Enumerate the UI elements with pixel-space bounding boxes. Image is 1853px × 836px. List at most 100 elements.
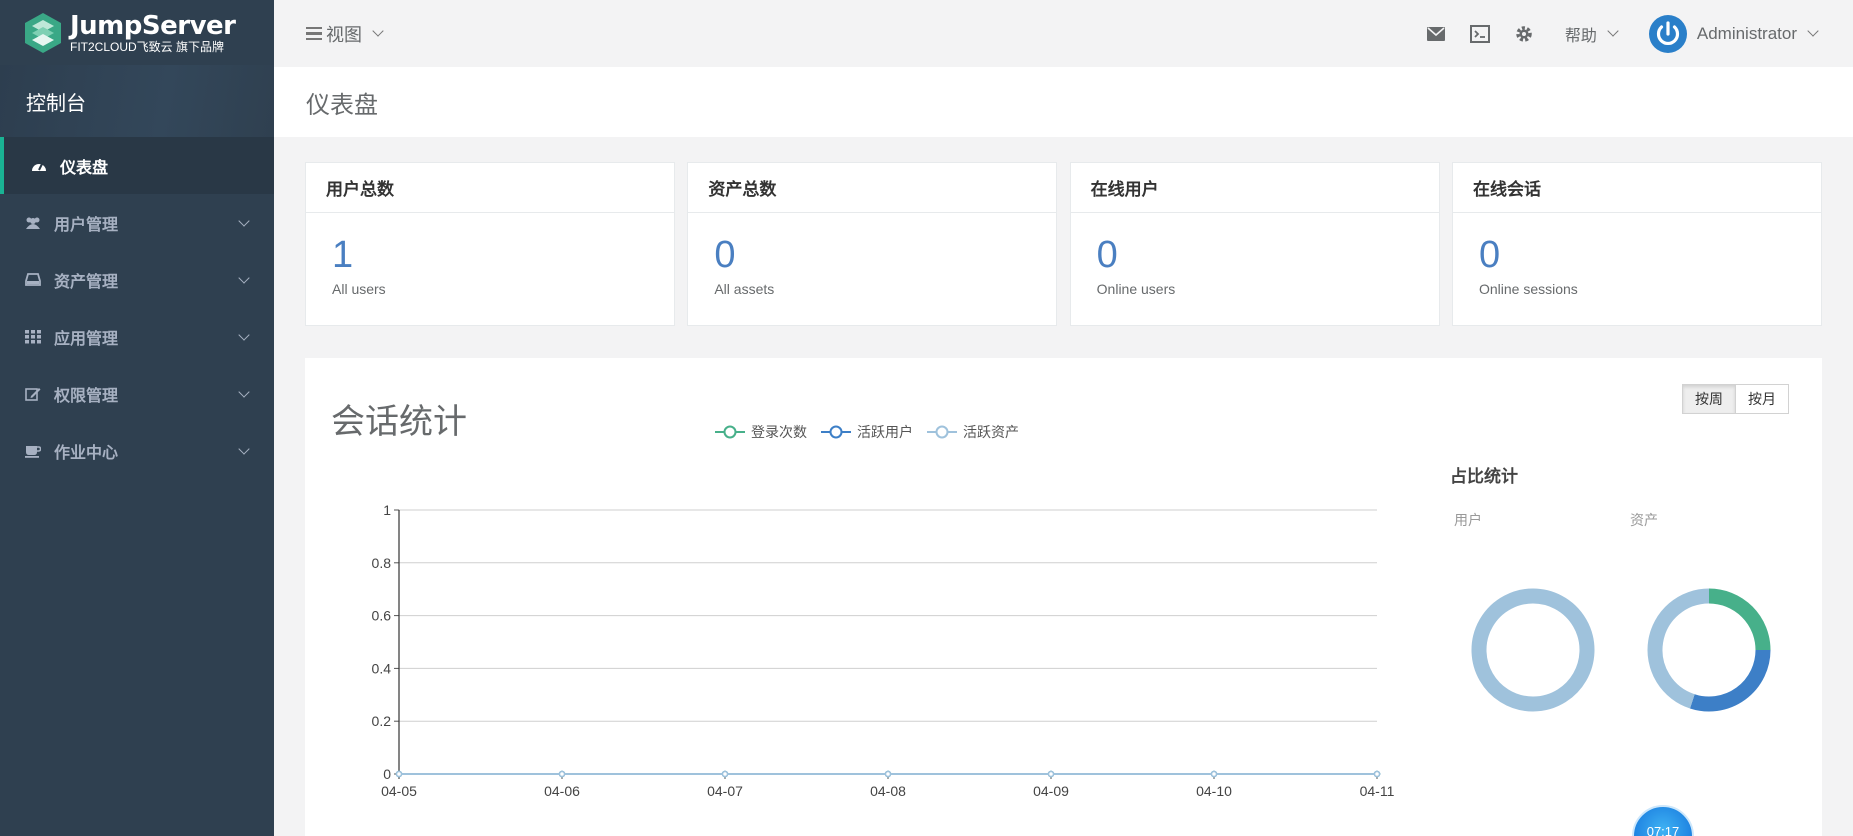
grid-icon: [24, 329, 42, 345]
x-tick-label: 04-07: [707, 783, 743, 799]
y-tick-label: 0: [383, 766, 391, 782]
stat-card-online-sessions: 在线会话 0 Online sessions: [1451, 162, 1822, 326]
stat-subtitle: All assets: [714, 281, 775, 297]
donut-slice[interactable]: [1471, 588, 1595, 712]
asset-ratio-donut: [1647, 588, 1771, 712]
sidebar-item-dashboard[interactable]: 仪表盘: [0, 137, 274, 194]
sidebar-item-apps[interactable]: 应用管理: [0, 308, 274, 365]
donut-slice[interactable]: [1690, 649, 1771, 712]
hdd-icon: [24, 272, 42, 288]
sidebar-item-label: 权限管理: [54, 387, 119, 405]
data-point: [884, 770, 892, 778]
brand-subtitle: FIT2CLOUD飞致云 旗下品牌: [70, 39, 225, 54]
coffee-icon: [24, 443, 42, 459]
clock-widget[interactable]: 07:17: [1632, 805, 1694, 836]
donut-slice[interactable]: [1708, 588, 1771, 651]
sidebar: JumpServer FIT2CLOUD飞致云 旗下品牌 控制台 仪表盘 用户管…: [0, 0, 274, 836]
x-tick-label: 04-09: [1033, 783, 1069, 799]
stat-value[interactable]: 0: [1453, 235, 1821, 275]
view-menu-button[interactable]: 视图: [306, 21, 384, 47]
help-label: 帮助: [1564, 27, 1597, 45]
y-tick-label: 0.4: [372, 660, 392, 676]
chevron-down-icon: [238, 214, 250, 227]
brand-title: JumpServer: [70, 10, 236, 41]
stat-subtitle: Online sessions: [1478, 281, 1578, 297]
stat-value[interactable]: 0: [1071, 235, 1439, 275]
data-point: [1210, 770, 1218, 778]
y-tick-label: 0.2: [372, 713, 392, 729]
sidebar-item-permissions[interactable]: 权限管理: [0, 365, 274, 422]
stat-subtitle: Online users: [1096, 281, 1176, 297]
legend-marker: [927, 425, 957, 439]
stat-title: 在线会话: [1452, 163, 1821, 213]
stat-card-online-users: 在线用户 0 Online users: [1069, 162, 1440, 326]
sidebar-item-label: 应用管理: [54, 330, 119, 348]
chevron-down-icon: [1807, 25, 1819, 37]
donut-user-label: 用户: [1454, 512, 1482, 528]
legend-label: 登录次数: [751, 424, 807, 440]
chevron-down-icon: [372, 25, 384, 37]
ratio-title: 占比统计: [1450, 467, 1518, 486]
sidebar-item-assets[interactable]: 资产管理: [0, 251, 274, 308]
avatar: [1648, 14, 1687, 53]
terminal-icon[interactable]: [1469, 23, 1491, 45]
chevron-down-icon: [1607, 25, 1619, 37]
legend-label: 活跃用户: [857, 424, 913, 440]
x-tick-label: 04-10: [1196, 783, 1232, 799]
stat-cards: 用户总数 1 All users 资产总数 0 All assets 在线用户 …: [305, 162, 1822, 326]
console-label: 控制台: [0, 65, 274, 137]
month-button[interactable]: 按月: [1736, 384, 1789, 414]
mail-icon[interactable]: [1425, 23, 1447, 45]
legend-item-active-users[interactable]: 活跃用户: [821, 422, 913, 442]
week-button[interactable]: 按周: [1682, 384, 1736, 414]
sidebar-item-users[interactable]: 用户管理: [0, 194, 274, 251]
dashboard-icon: [30, 158, 48, 174]
stat-card-assets: 资产总数 0 All assets: [687, 162, 1058, 326]
legend-item-active-assets[interactable]: 活跃资产: [927, 422, 1019, 442]
sidebar-item-label: 资产管理: [54, 273, 119, 291]
y-tick-label: 0.8: [372, 555, 392, 571]
legend-marker: [715, 425, 745, 439]
x-tick-label: 04-08: [870, 783, 906, 799]
data-point: [1047, 770, 1055, 778]
users-icon: [24, 215, 42, 231]
chevron-down-icon: [238, 328, 250, 341]
period-toggle: 按周 按月: [1682, 384, 1789, 414]
edit-icon: [24, 386, 42, 402]
session-stats-panel: 会话统计 登录次数 活跃用户 活跃资产 按周 按月 0 0.2 0.4 0.6 0.8 1…: [305, 358, 1822, 836]
donut-slice[interactable]: [1647, 588, 1710, 709]
x-tick-label: 04-06: [544, 783, 580, 799]
page-title: 仪表盘: [274, 67, 1853, 137]
chevron-down-icon: [238, 385, 250, 398]
y-tick-label: 0.6: [372, 608, 392, 624]
stat-title: 在线用户: [1070, 163, 1439, 213]
stat-title: 用户总数: [306, 163, 674, 213]
session-line-chart: 0 0.2 0.4 0.6 0.8 1 04-05 04-06 04-07 04-08 04-09 0…: [372, 502, 1395, 799]
x-tick-label: 04-11: [1360, 783, 1395, 799]
stat-value[interactable]: 0: [688, 235, 1056, 275]
legend-item-logins[interactable]: 登录次数: [715, 422, 807, 442]
menu-bars-icon: [306, 24, 322, 44]
user-ratio-donut: [1471, 588, 1595, 712]
legend-label: 活跃资产: [963, 424, 1019, 440]
sidebar-item-jobs[interactable]: 作业中心: [0, 422, 274, 479]
user-menu-button[interactable]: Administrator: [1648, 14, 1819, 53]
sidebar-item-label: 作业中心: [54, 444, 119, 462]
data-point: [721, 770, 729, 778]
data-point: [558, 770, 566, 778]
donut-asset-label: 资产: [1630, 512, 1658, 528]
stat-value[interactable]: 1: [306, 235, 674, 275]
jumpserver-logo-icon: [25, 12, 61, 53]
stat-card-users: 用户总数 1 All users: [305, 162, 675, 326]
gear-icon[interactable]: [1513, 23, 1535, 45]
stat-title: 资产总数: [688, 163, 1057, 213]
help-menu-button[interactable]: 帮助: [1564, 22, 1619, 46]
y-tick-label: 1: [383, 502, 391, 518]
panel-title: 会话统计: [331, 403, 467, 441]
chevron-down-icon: [238, 442, 250, 455]
legend-marker: [821, 425, 851, 439]
brand-logo[interactable]: JumpServer FIT2CLOUD飞致云 旗下品牌: [0, 0, 274, 65]
topbar: 视图 帮助 Administrator: [274, 0, 1853, 67]
user-name: Administrator: [1696, 23, 1797, 43]
data-point: [395, 770, 403, 778]
